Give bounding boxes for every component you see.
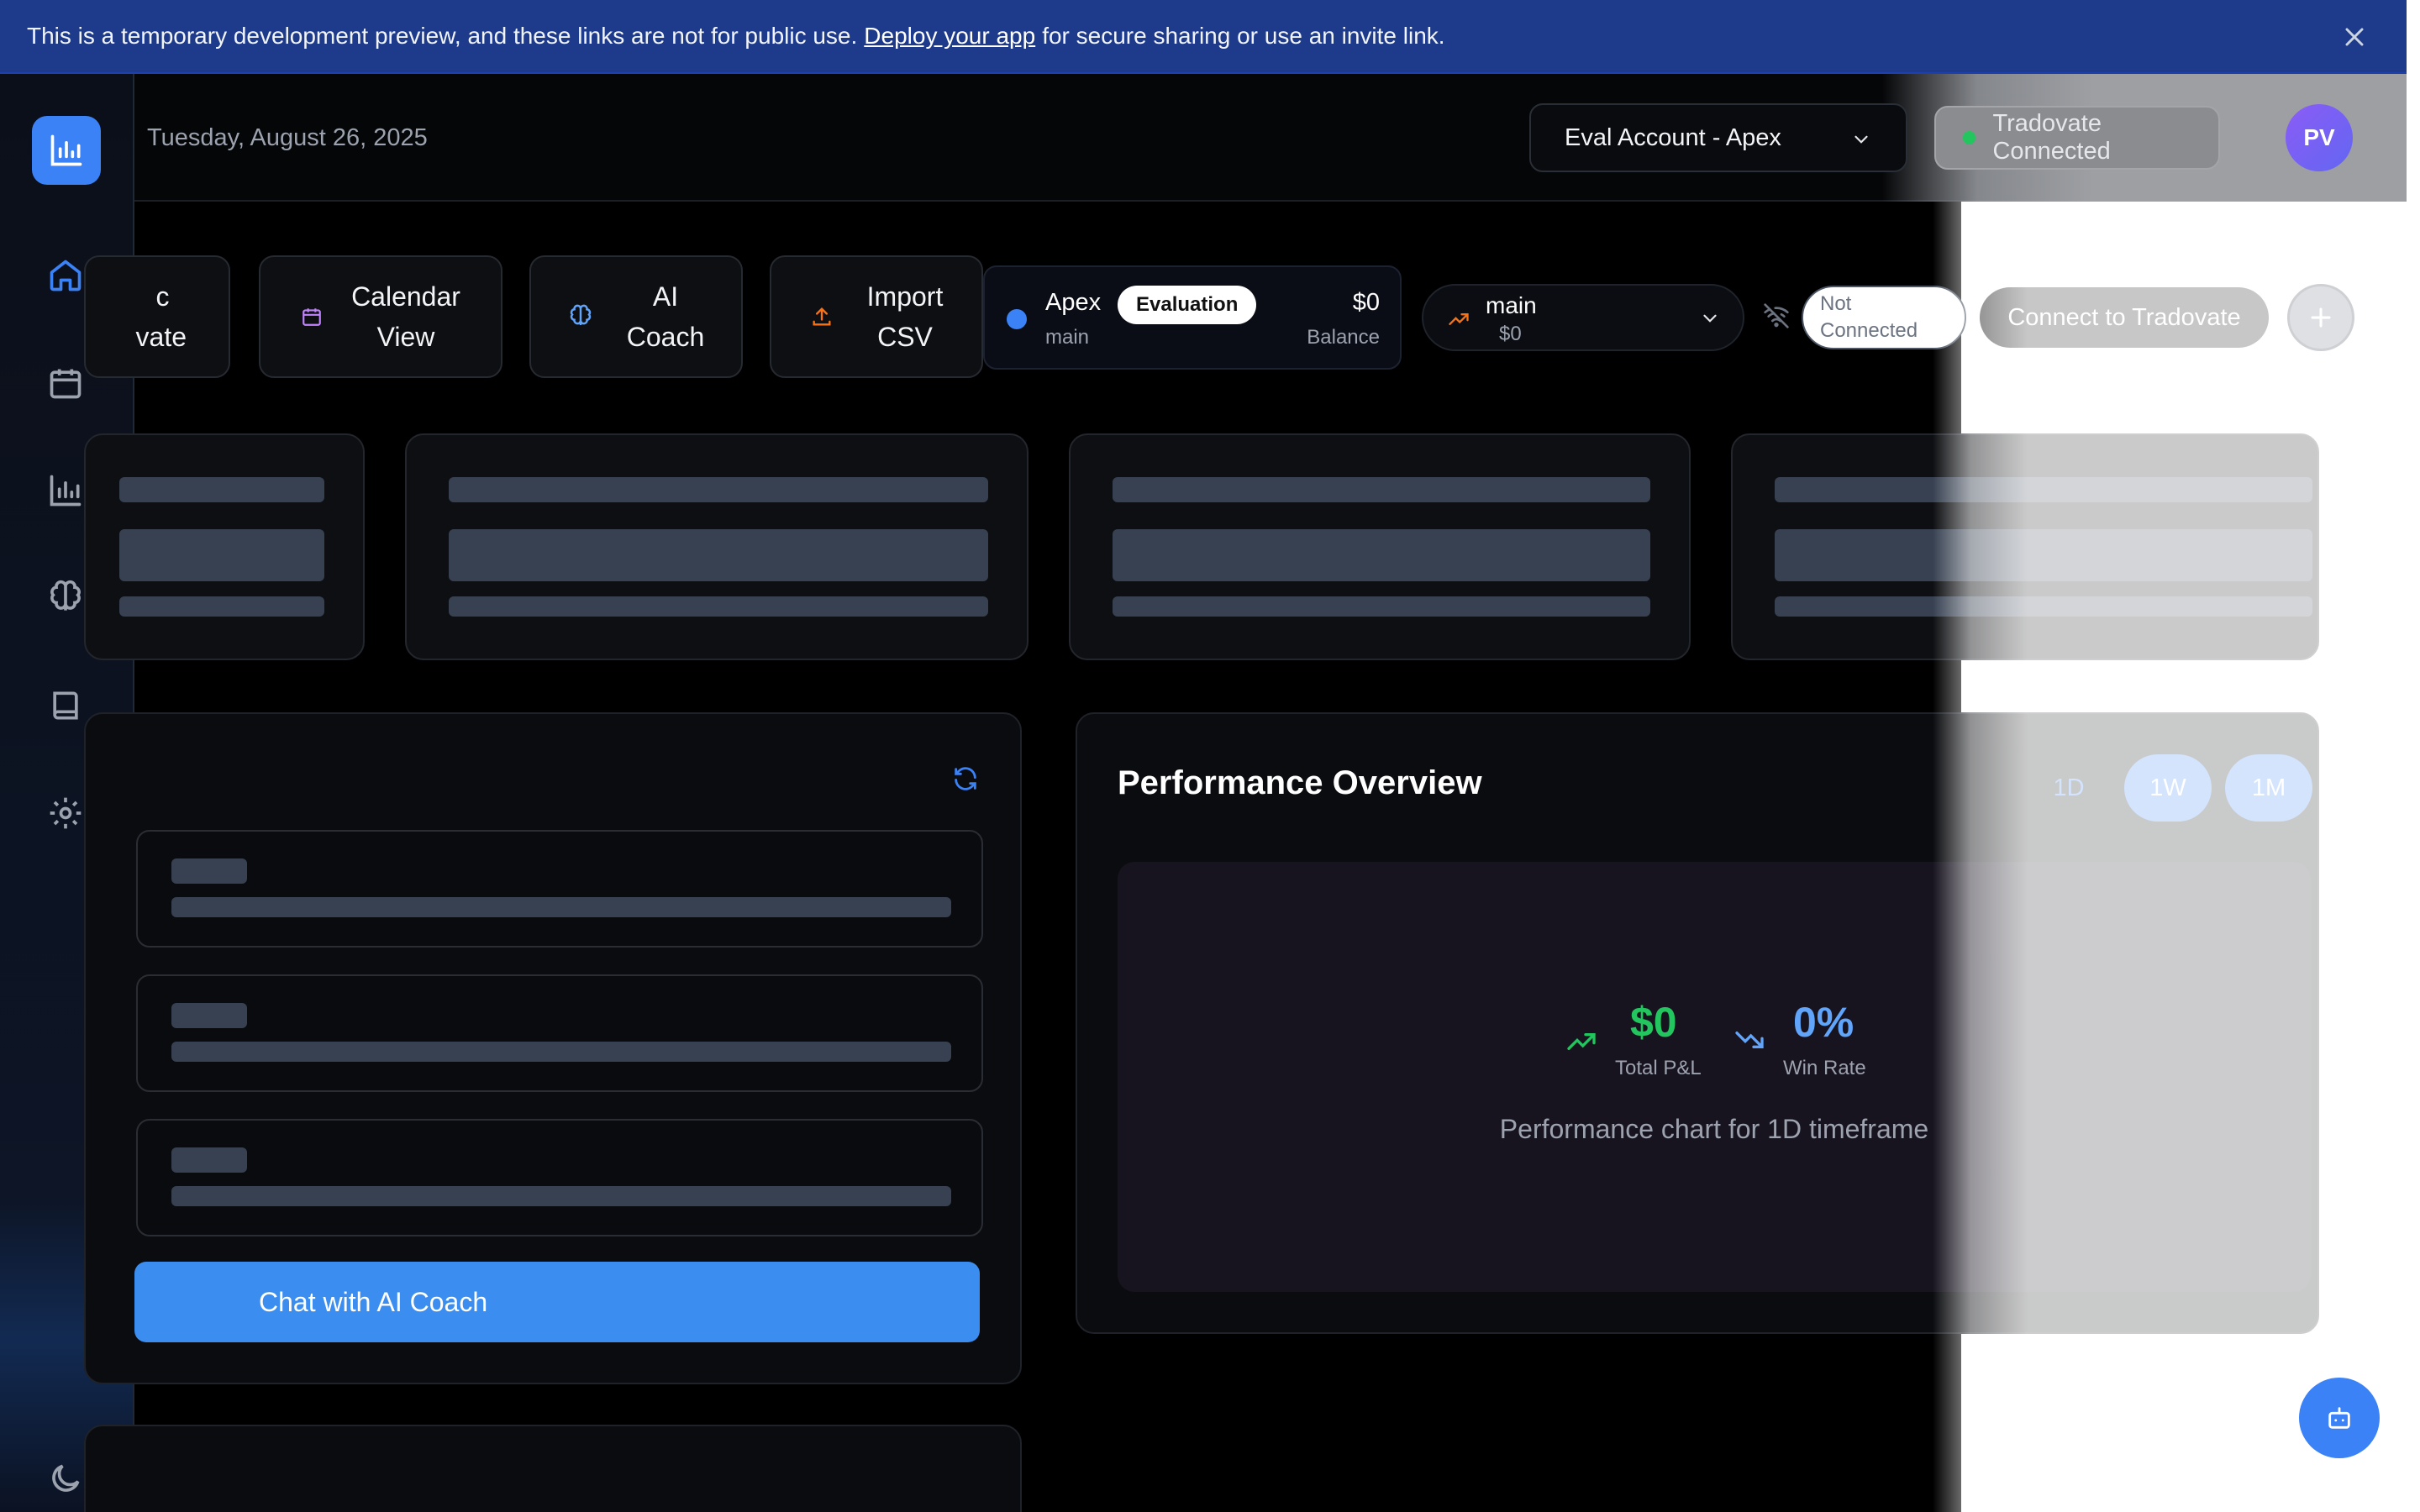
win-rate-value: 0% xyxy=(1793,999,1854,1046)
qa-label-1: AI xyxy=(652,281,679,312)
plus-icon xyxy=(2311,307,2331,328)
scrollbar[interactable] xyxy=(2407,0,2420,1512)
stat-card-skeleton xyxy=(1731,433,2319,660)
import-csv-button[interactable]: Import CSV xyxy=(770,255,983,378)
deploy-link[interactable]: Deploy your app xyxy=(864,23,1035,50)
insight-skeleton xyxy=(136,830,983,948)
skeleton-line xyxy=(171,1186,951,1206)
skeleton-line xyxy=(1113,529,1650,581)
calendar-view-button[interactable]: Calendar View xyxy=(259,255,502,378)
evaluation-badge: Evaluation xyxy=(1118,286,1257,324)
sync-tradovate-button[interactable]: c vate xyxy=(84,255,230,378)
calendar-icon[interactable] xyxy=(47,365,84,402)
skeleton-line xyxy=(1775,529,2312,581)
close-icon[interactable] xyxy=(2339,22,2370,52)
skeleton-line xyxy=(119,596,324,617)
skeleton-line xyxy=(171,1003,247,1028)
stat-card-skeleton xyxy=(405,433,1028,660)
ai-coach-button[interactable]: AI Coach xyxy=(529,255,743,378)
app-logo[interactable] xyxy=(32,116,101,185)
total-pnl-value: $0 xyxy=(1630,999,1677,1046)
trending-down-icon xyxy=(1735,1032,1764,1048)
timeframe-1m[interactable]: 1M xyxy=(2225,754,2312,822)
banner-text: This is a temporary development preview,… xyxy=(27,23,858,49)
refresh-icon[interactable] xyxy=(951,764,980,793)
current-date: Tuesday, August 26, 2025 xyxy=(147,124,428,151)
connect-tradovate-button[interactable]: Connect to Tradovate xyxy=(1980,287,2269,348)
insight-skeleton xyxy=(136,1119,983,1236)
account-sub: main xyxy=(1045,326,1090,349)
bar-chart-icon[interactable] xyxy=(47,472,84,509)
skeleton-line xyxy=(1775,477,2312,502)
account-name: Apex xyxy=(1045,289,1102,316)
chatbot-button[interactable] xyxy=(2299,1378,2380,1458)
tradovate-status: Not Connected xyxy=(1802,286,1966,349)
skeleton-line xyxy=(1113,477,1650,502)
chevron-down-icon xyxy=(1854,135,1868,144)
qa-label-2: Coach xyxy=(626,322,705,352)
skeleton-line xyxy=(449,596,988,617)
status-line-1: Not xyxy=(1820,292,1852,315)
qa-label-1: c xyxy=(155,281,170,312)
brain-icon[interactable] xyxy=(47,580,84,617)
stat-card-skeleton xyxy=(84,433,365,660)
account-balance: $0 xyxy=(1352,289,1380,316)
wifi-off-icon xyxy=(1764,303,1789,328)
gear-icon[interactable] xyxy=(47,795,84,832)
account-select[interactable]: Eval Account - Apex xyxy=(1529,103,1907,172)
home-icon[interactable] xyxy=(47,257,84,294)
skeleton-line xyxy=(119,477,324,502)
branch-value: $0 xyxy=(1499,323,1522,345)
performance-chart xyxy=(1118,862,2311,1292)
status-dot xyxy=(1963,131,1976,144)
win-rate-label: Win Rate xyxy=(1783,1057,1866,1079)
chevron-down-icon xyxy=(1703,314,1717,323)
timeframe-1w[interactable]: 1W xyxy=(2124,754,2212,822)
account-color-dot xyxy=(1007,309,1027,329)
account-select-value: Eval Account - Apex xyxy=(1565,123,1781,151)
bot-icon xyxy=(2328,1407,2350,1429)
branch-name: main xyxy=(1486,292,1537,318)
moon-icon[interactable] xyxy=(47,1460,84,1497)
status-line-2: Connected xyxy=(1820,319,1918,342)
chart-caption: Performance chart for 1D timeframe xyxy=(1499,1114,1929,1144)
qa-label-2: CSV xyxy=(877,322,933,352)
skeleton-line xyxy=(1113,596,1650,617)
skeleton-line xyxy=(171,858,247,884)
avatar[interactable]: PV xyxy=(2286,104,2353,171)
trending-up-icon xyxy=(1567,1033,1596,1050)
qa-label-1: Calendar xyxy=(351,281,460,312)
skeleton-line xyxy=(449,477,988,502)
skeleton-line xyxy=(449,529,988,581)
skeleton-line xyxy=(171,1147,247,1173)
skeleton-line xyxy=(171,897,951,917)
skeleton-line xyxy=(119,529,324,581)
account-balance-label: Balance xyxy=(1307,326,1380,349)
branch-select[interactable]: main $0 xyxy=(1422,284,1744,351)
preview-banner: This is a temporary development preview,… xyxy=(0,0,2407,74)
timeframe-1d[interactable]: 1D xyxy=(2033,754,2104,822)
chat-with-ai-coach-button[interactable]: Chat with AI Coach xyxy=(134,1262,980,1342)
stat-card-skeleton xyxy=(1069,433,1691,660)
skeleton-line xyxy=(171,1042,951,1062)
insight-skeleton xyxy=(136,974,983,1092)
add-account-button[interactable] xyxy=(2287,284,2354,351)
next-panel xyxy=(84,1425,1022,1512)
connection-status: Tradovate Connected xyxy=(1934,106,2220,170)
book-icon[interactable] xyxy=(47,687,84,724)
qa-label-2: View xyxy=(376,322,435,352)
upload-icon xyxy=(813,307,831,326)
skeleton-line xyxy=(1775,596,2312,617)
calendar-icon xyxy=(302,308,321,326)
brain-icon xyxy=(570,304,591,325)
bar-chart-icon xyxy=(50,134,82,166)
account-card[interactable]: Apex Evaluation main $0 Balance xyxy=(983,265,1402,370)
qa-label-1: Import xyxy=(866,281,944,312)
connection-status-label: Tradovate Connected xyxy=(1992,110,2111,165)
banner-text-after: for secure sharing or use an invite link… xyxy=(1042,23,1445,49)
trending-up-icon xyxy=(1449,313,1469,325)
performance-title: Performance Overview xyxy=(1118,764,1482,801)
qa-label-2: vate xyxy=(135,322,187,352)
total-pnl-label: Total P&L xyxy=(1615,1057,1702,1079)
